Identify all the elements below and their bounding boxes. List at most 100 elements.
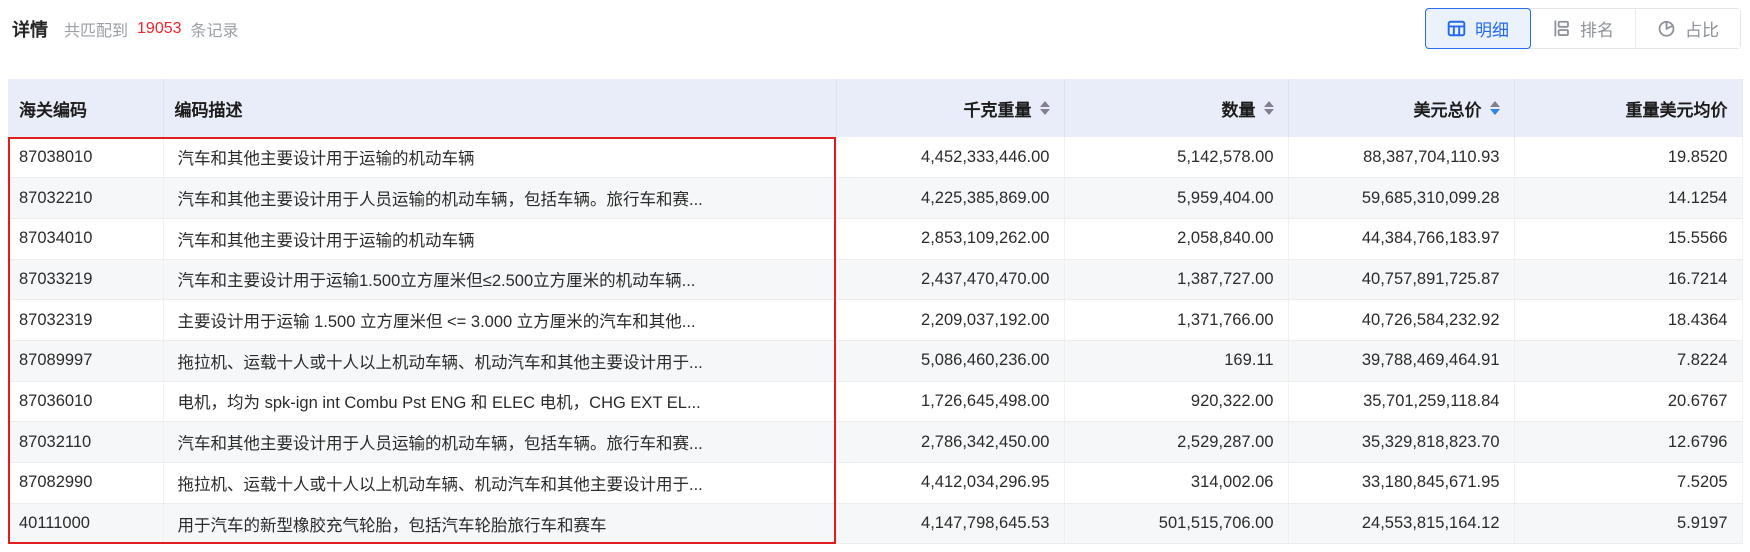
view-btn-proportion-label: 占比 [1685, 21, 1719, 40]
cell-weight: 4,452,333,446.00 [836, 137, 1065, 179]
table-row: 87038010 汽车和其他主要设计用于运输的机动车辆 4,452,333,44… [8, 137, 1743, 179]
col-header-label: 千克重量 [963, 100, 1032, 120]
sort-caret-down-icon [1263, 109, 1274, 115]
cell-qty: 2,058,840.00 [1064, 218, 1289, 260]
cell-qty: 2,529,287.00 [1064, 421, 1289, 463]
cell-total: 35,329,818,823.70 [1288, 421, 1515, 463]
cell-avg: 7.8224 [1514, 340, 1743, 382]
cell-total: 40,757,891,725.87 [1288, 259, 1515, 301]
ranking-icon [1552, 19, 1571, 38]
cell-weight: 4,147,798,645.53 [836, 503, 1065, 545]
cell-qty: 1,371,766.00 [1064, 299, 1289, 341]
cell-total: 40,726,584,232.92 [1288, 299, 1515, 341]
cell-total: 39,788,469,464.91 [1288, 340, 1515, 382]
cell-total: 88,387,704,110.93 [1288, 137, 1515, 179]
page-title: 详情 [12, 20, 48, 40]
cell-avg: 20.6767 [1514, 381, 1743, 423]
table-row: 87036010 电机，均为 spk-ign int Combu Pst ENG… [8, 381, 1743, 423]
cell-avg: 18.4364 [1514, 299, 1743, 341]
cell-code: 87089997 [8, 340, 164, 382]
cell-avg: 16.7214 [1514, 259, 1743, 301]
match-suffix: 条记录 [190, 23, 239, 40]
cell-desc: 汽车和其他主要设计用于运输的机动车辆 [163, 218, 837, 260]
cell-weight: 4,225,385,869.00 [836, 177, 1065, 219]
table-row: 87082990 拖拉机、运载十人或十人以上机动车辆、机动汽车和其他主要设计用于… [8, 462, 1743, 504]
cell-qty: 1,387,727.00 [1064, 259, 1289, 301]
match-count: 19053 [137, 20, 182, 37]
cell-desc: 电机，均为 spk-ign int Combu Pst ENG 和 ELEC 电… [163, 381, 837, 423]
table-row: 87033219 汽车和主要设计用于运输1.500立方厘米但≤2.500立方厘米… [8, 259, 1743, 301]
cell-qty: 5,959,404.00 [1064, 177, 1289, 219]
cell-avg: 12.6796 [1514, 421, 1743, 463]
cell-qty: 501,515,706.00 [1064, 503, 1289, 545]
cell-weight: 2,786,342,450.00 [836, 421, 1065, 463]
cell-desc: 主要设计用于运输 1.500 立方厘米但 <= 3.000 立方厘米的汽车和其他… [163, 299, 837, 341]
cell-desc: 拖拉机、运载十人或十人以上机动车辆、机动汽车和其他主要设计用于... [163, 462, 837, 504]
cell-avg: 7.5205 [1514, 462, 1743, 504]
view-btn-detail[interactable]: 明细 [1425, 8, 1531, 49]
col-header-description: 编码描述 [163, 79, 837, 137]
cell-desc: 拖拉机、运载十人或十人以上机动车辆、机动汽车和其他主要设计用于... [163, 340, 837, 382]
col-header-label: 美元总价 [1413, 100, 1482, 120]
cell-code: 87033219 [8, 259, 164, 301]
table-row: 40111000 用于汽车的新型橡胶充气轮胎，包括汽车轮胎旅行车和赛车 4,14… [8, 503, 1743, 545]
cell-weight: 2,853,109,262.00 [836, 218, 1065, 260]
col-header-label: 数量 [1221, 100, 1256, 120]
sort-caret-up-icon [1263, 101, 1274, 107]
view-btn-ranking[interactable]: 排名 [1530, 9, 1635, 48]
cell-code: 87034010 [8, 218, 164, 260]
cell-total: 59,685,310,099.28 [1288, 177, 1515, 219]
sort-carets[interactable] [1263, 101, 1274, 115]
cell-qty: 314,002.06 [1064, 462, 1289, 504]
cell-desc: 汽车和其他主要设计用于人员运输的机动车辆，包括车辆。旅行车和赛... [163, 421, 837, 463]
table-header-row: 海关编码 编码描述 千克重量 数量 美元总价 重量美元均价 [8, 79, 1743, 137]
cell-weight: 2,209,037,192.00 [836, 299, 1065, 341]
table-row: 87034010 汽车和其他主要设计用于运输的机动车辆 2,853,109,26… [8, 218, 1743, 260]
cell-code: 87082990 [8, 462, 164, 504]
col-header-label: 编码描述 [174, 100, 243, 120]
table-row: 87032210 汽车和其他主要设计用于人员运输的机动车辆，包括车辆。旅行车和赛… [8, 177, 1743, 219]
cell-avg: 14.1254 [1514, 177, 1743, 219]
view-btn-detail-label: 明细 [1475, 21, 1509, 40]
cell-desc: 用于汽车的新型橡胶充气轮胎，包括汽车轮胎旅行车和赛车 [163, 503, 837, 545]
cell-qty: 920,322.00 [1064, 381, 1289, 423]
col-header-quantity[interactable]: 数量 [1064, 79, 1289, 137]
cell-total: 44,384,766,183.97 [1288, 218, 1515, 260]
cell-avg: 15.5566 [1514, 218, 1743, 260]
cell-avg: 19.8520 [1514, 137, 1743, 179]
pie-icon [1657, 19, 1676, 38]
cell-total: 35,701,259,118.84 [1288, 381, 1515, 423]
sort-caret-down-icon [1039, 109, 1050, 115]
cell-total: 33,180,845,671.95 [1288, 462, 1515, 504]
cell-code: 40111000 [8, 503, 164, 545]
cell-weight: 5,086,460,236.00 [836, 340, 1065, 382]
col-header-avg-usd-per-weight: 重量美元均价 [1514, 79, 1743, 137]
sort-carets[interactable] [1489, 101, 1500, 115]
cell-weight: 2,437,470,470.00 [836, 259, 1065, 301]
sort-caret-up-icon [1039, 101, 1050, 107]
cell-total: 24,553,815,164.12 [1288, 503, 1515, 545]
cell-code: 87032110 [8, 421, 164, 463]
sort-caret-down-icon [1489, 109, 1500, 115]
sort-carets[interactable] [1039, 101, 1050, 115]
table-row: 87032110 汽车和其他主要设计用于人员运输的机动车辆，包括车辆。旅行车和赛… [8, 421, 1743, 463]
cell-code: 87036010 [8, 381, 164, 423]
col-header-usd-total[interactable]: 美元总价 [1288, 79, 1515, 137]
view-btn-ranking-label: 排名 [1580, 21, 1614, 40]
cell-avg: 5.9197 [1514, 503, 1743, 545]
cell-desc: 汽车和其他主要设计用于人员运输的机动车辆，包括车辆。旅行车和赛... [163, 177, 837, 219]
cell-code: 87038010 [8, 137, 164, 179]
cell-weight: 1,726,645,498.00 [836, 381, 1065, 423]
col-header-customs-code: 海关编码 [8, 79, 164, 137]
match-summary: 共匹配到 19053 条记录 [64, 17, 239, 41]
col-header-label: 重量美元均价 [1625, 100, 1728, 120]
table-icon [1447, 19, 1466, 38]
cell-code: 87032210 [8, 177, 164, 219]
view-switch-group: 明细 排名 占比 [1425, 8, 1741, 49]
match-prefix: 共匹配到 [64, 23, 129, 40]
col-header-kg-weight[interactable]: 千克重量 [836, 79, 1065, 137]
results-table: 海关编码 编码描述 千克重量 数量 美元总价 重量美元均价 87038010 汽… [8, 79, 1743, 545]
view-btn-proportion[interactable]: 占比 [1635, 9, 1740, 48]
cell-desc: 汽车和主要设计用于运输1.500立方厘米但≤2.500立方厘米的机动车辆... [163, 259, 837, 301]
cell-desc: 汽车和其他主要设计用于运输的机动车辆 [163, 137, 837, 179]
